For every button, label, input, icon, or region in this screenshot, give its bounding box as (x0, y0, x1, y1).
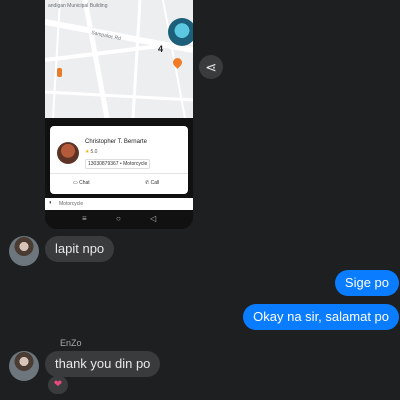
chat-action: ▭ Chat (73, 180, 90, 186)
share-icon: ⋖ (205, 59, 217, 75)
home-icon: ○ (116, 214, 121, 223)
avatar[interactable] (9, 236, 39, 266)
share-button[interactable]: ⋖ (199, 55, 223, 79)
sender-name: EnZo (60, 338, 82, 348)
incoming-message[interactable]: lapit npo (45, 236, 115, 262)
motorcycle-marker-icon (57, 68, 62, 77)
chat-label: Chat (79, 180, 90, 186)
shared-ride-screenshot[interactable]: andigan Municipal Building Sampaloc Rd 4… (45, 0, 193, 229)
menu-icon: ≡ (82, 214, 87, 223)
driver-name: Christopher T. Bernarte (85, 139, 147, 145)
driver-plate: 13030879367 • Motorcycle (85, 159, 151, 169)
incoming-message[interactable]: thank you din po (45, 351, 161, 377)
map-building-label: andigan Municipal Building (48, 3, 108, 9)
map-count-label: 4 (158, 44, 164, 54)
driver-photo (57, 142, 79, 164)
ride-map: andigan Municipal Building Sampaloc Rd 4 (45, 0, 193, 118)
back-icon: ◁ (150, 214, 157, 223)
driver-rating-value: 5.0 (90, 149, 98, 155)
map-streets (45, 0, 193, 118)
driver-rating: ★5.0 (85, 149, 97, 155)
star-icon: ★ (85, 149, 90, 155)
divider (50, 173, 188, 174)
outgoing-message[interactable]: Okay na sir, salamat po (243, 304, 399, 330)
ride-mode-icon: ◐ (49, 200, 53, 206)
heart-reaction[interactable]: ❤ (48, 376, 68, 394)
android-nav-bar: ≡ ○ ◁ (45, 210, 193, 229)
ride-mode-row: ◐ Motorcycle (45, 198, 193, 210)
avatar[interactable] (9, 351, 39, 381)
driver-card: Christopher T. Bernarte ★5.0 13030879367… (50, 126, 188, 194)
outgoing-message[interactable]: Sige po (334, 270, 399, 296)
ride-mode-label: Motorcycle (59, 201, 84, 207)
heart-icon: ❤ (53, 379, 63, 390)
map-user-avatar (168, 18, 193, 46)
call-action: ✆ Call (145, 180, 159, 186)
call-label: Call (150, 180, 160, 186)
